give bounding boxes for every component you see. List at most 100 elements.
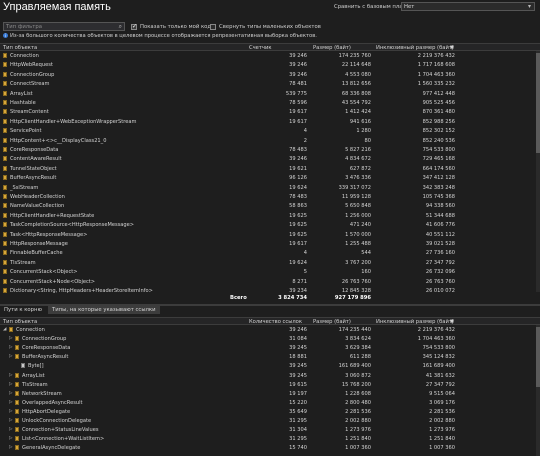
- expand-arrow-icon[interactable]: ▷: [9, 382, 12, 387]
- expand-arrow-icon[interactable]: ▷: [9, 345, 12, 350]
- tree-row[interactable]: ▷ List<Connection+WaitListItem> 31 295 1 25…: [0, 435, 540, 443]
- table-row[interactable]: CoreResponseData 78 483 5 827 216 754 533 8…: [0, 146, 540, 154]
- cell-inclusive-size: 1 273 976: [429, 427, 455, 434]
- tree-row[interactable]: Byte[] 39 245 161 689 400 161 689 400: [0, 362, 540, 370]
- tab-paths-to-root[interactable]: Пути к корню: [0, 306, 46, 314]
- expand-arrow-icon[interactable]: ▷: [9, 427, 12, 432]
- table-row[interactable]: ArrayList 539 775 68 336 808 977 412 448: [0, 90, 540, 98]
- cell-inclusive-size: 664 174 560: [422, 165, 455, 172]
- table-row[interactable]: TaskCompletionSource<HttpResponseMessage…: [0, 221, 540, 229]
- expand-arrow-icon[interactable]: ▷: [9, 354, 12, 359]
- table-row[interactable]: HttpClientHandler+WebExceptionWrapperStr…: [0, 118, 540, 126]
- total-label: Всего: [230, 295, 247, 301]
- bottom-scrollbar-thumb[interactable]: [536, 327, 540, 387]
- cell-size: 68 336 808: [341, 90, 371, 97]
- cell-inclusive-size: 1 717 168 608: [417, 62, 455, 69]
- cell-type: Connection+StatusLineValues: [22, 427, 99, 434]
- table-row[interactable]: ContentAwareResult 39 246 4 834 672 729 465…: [0, 155, 540, 163]
- tree-row[interactable]: ▷ ConnectionGroup 31 084 3 834 624 1 704 463…: [0, 335, 540, 343]
- cell-type: ServicePoint: [10, 128, 42, 135]
- col-inclusive-size[interactable]: Инклюзивный размер (байт): [376, 45, 454, 51]
- tree-row[interactable]: ▷ NetworkStream 19 197 1 228 608 9 515 064: [0, 390, 540, 398]
- expand-arrow-icon[interactable]: ▷: [9, 400, 12, 405]
- cell-size: 627 872: [349, 165, 371, 172]
- cell-size: 544: [361, 250, 371, 257]
- table-row[interactable]: ConnectStream 78 481 13 812 656 1 560 335 2…: [0, 80, 540, 88]
- col-inclusive-size[interactable]: Инклюзивный размер (байт): [376, 319, 454, 325]
- cell-size: 611 288: [349, 354, 371, 361]
- tab-referenced-types[interactable]: Типы, на которые указывают ссылки: [48, 306, 160, 314]
- table-row[interactable]: Task<HttpResponseMessage> 19 625 1 570 000…: [0, 231, 540, 239]
- col-type[interactable]: Тип объекта: [3, 45, 37, 51]
- table-row[interactable]: HttpContent+<>c__DisplayClass21_0 2 80 852 …: [0, 137, 540, 145]
- cell-type: Hashtable: [10, 100, 36, 106]
- table-row[interactable]: HttpWebRequest 39 246 22 114 648 1 717 168 …: [0, 61, 540, 69]
- cell-count: 539 775: [285, 90, 307, 97]
- table-row[interactable]: WebHeaderCollection 78 483 11 959 128 105 7…: [0, 193, 540, 201]
- table-row[interactable]: ConcurrentStack+Node<Object> 8 271 26 763 …: [0, 278, 540, 286]
- col-size[interactable]: Размер (байт): [313, 45, 351, 51]
- col-reference-count[interactable]: Количество ссылок: [249, 319, 302, 325]
- expand-arrow-icon[interactable]: ▷: [9, 373, 12, 378]
- expand-arrow-icon[interactable]: ▷: [9, 436, 12, 441]
- table-row[interactable]: Hashtable 78 596 43 554 792 905 525 456: [0, 99, 540, 107]
- table-row[interactable]: HttpResponseMessage 19 617 1 255 488 39 021…: [0, 240, 540, 248]
- table-row[interactable]: Connection 39 246 174 235 760 2 219 376 432: [0, 52, 540, 60]
- class-icon: [15, 418, 19, 423]
- tree-row[interactable]: ▷ UnlockConnectionDelegate 31 295 2 002 880…: [0, 417, 540, 425]
- tree-row[interactable]: ▷ OverlappedAsyncResult 15 220 2 800 480 3 0…: [0, 399, 540, 407]
- expand-arrow-icon[interactable]: ▷: [9, 418, 12, 423]
- collapse-arrow-icon[interactable]: ◢: [3, 327, 6, 332]
- cell-count: 58 863: [289, 203, 307, 210]
- tree-row[interactable]: ▷ GeneralAsyncDelegate 15 740 1 007 360 1 00…: [0, 444, 540, 452]
- just-my-code-checkbox[interactable]: [131, 23, 137, 30]
- expand-arrow-icon[interactable]: ▷: [9, 445, 12, 450]
- baseline-select[interactable]: Нет ▾: [401, 2, 535, 11]
- cell-type: TaskCompletionSource<HttpResponseMessage…: [10, 222, 135, 229]
- tree-row[interactable]: ▷ BufferAsyncResult 18 881 611 288 345 124 8…: [0, 353, 540, 361]
- tree-row[interactable]: ▷ Connection+StatusLineValues 31 304 1 273 …: [0, 426, 540, 434]
- class-icon: [3, 165, 7, 171]
- tree-row[interactable]: ◢ Connection 39 246 174 235 440 2 219 376 43…: [0, 326, 540, 334]
- col-type[interactable]: Тип объекта: [3, 319, 37, 325]
- cell-size: 4 834 672: [345, 156, 371, 163]
- class-icon: [3, 269, 7, 275]
- table-row[interactable]: ConcurrentStack<Object> 5 160 26 732 096: [0, 268, 540, 276]
- table-row[interactable]: HttpClientHandler+RequestState 19 625 1 25…: [0, 212, 540, 220]
- class-icon: [3, 90, 7, 96]
- col-size[interactable]: Размер (байт): [313, 319, 351, 325]
- table-row[interactable]: NameValueCollection 58 863 5 650 848 94 338…: [0, 202, 540, 210]
- tree-row[interactable]: ▷ ArrayList 39 245 3 060 872 41 381 632: [0, 372, 540, 380]
- expand-arrow-icon[interactable]: ▷: [9, 409, 12, 414]
- table-row[interactable]: BufferAsyncResult 96 126 3 476 336 347 412 …: [0, 174, 540, 182]
- filter-input[interactable]: Тип фильтра ⌕: [3, 22, 125, 31]
- top-scrollbar-thumb[interactable]: [536, 53, 540, 153]
- cell-size: 43 554 792: [341, 100, 371, 106]
- tree-row[interactable]: ▷ TlsStream 19 615 15 768 200 27 347 792: [0, 381, 540, 389]
- cell-inclusive-size: 26 732 096: [425, 269, 455, 276]
- table-row[interactable]: ConnectionGroup 39 246 4 553 080 1 704 463 …: [0, 71, 540, 79]
- cell-type: ContentAwareResult: [10, 156, 62, 163]
- expand-arrow-icon[interactable]: ▷: [9, 391, 12, 396]
- class-icon: [15, 354, 19, 360]
- collapse-small-checkbox[interactable]: [210, 24, 216, 30]
- tree-row[interactable]: ▷ CoreResponseData 39 245 3 629 384 754 533 …: [0, 344, 540, 352]
- cell-size: 1 570 000: [345, 231, 371, 238]
- table-row[interactable]: TunnelStateObject 19 621 627 872 664 174 56…: [0, 165, 540, 173]
- col-count[interactable]: Счетчик: [249, 45, 271, 51]
- table-row[interactable]: _SslStream 19 624 339 317 072 342 383 248: [0, 184, 540, 192]
- cell-size: 3 476 336: [345, 175, 371, 182]
- info-icon: i: [3, 33, 8, 38]
- class-icon: [3, 53, 7, 58]
- table-row[interactable]: ServicePoint 4 1 280 852 302 152: [0, 127, 540, 135]
- cell-size: 941 616: [349, 118, 371, 125]
- class-icon: [3, 128, 7, 134]
- tree-row[interactable]: ▷ HttpAbortDelegate 35 649 2 281 536 2 281 5…: [0, 408, 540, 416]
- table-row[interactable]: TlsStream 19 624 3 767 200 27 347 792: [0, 259, 540, 267]
- table-row[interactable]: StreamContent 19 617 1 412 424 870 361 480: [0, 108, 540, 116]
- cell-reference-count: 15 220: [289, 399, 307, 406]
- class-icon: [3, 288, 7, 293]
- search-icon[interactable]: ⌕: [119, 23, 122, 31]
- expand-arrow-icon[interactable]: ▷: [9, 336, 12, 341]
- table-row[interactable]: FinnableBufferCache 4 544 27 736 160: [0, 249, 540, 257]
